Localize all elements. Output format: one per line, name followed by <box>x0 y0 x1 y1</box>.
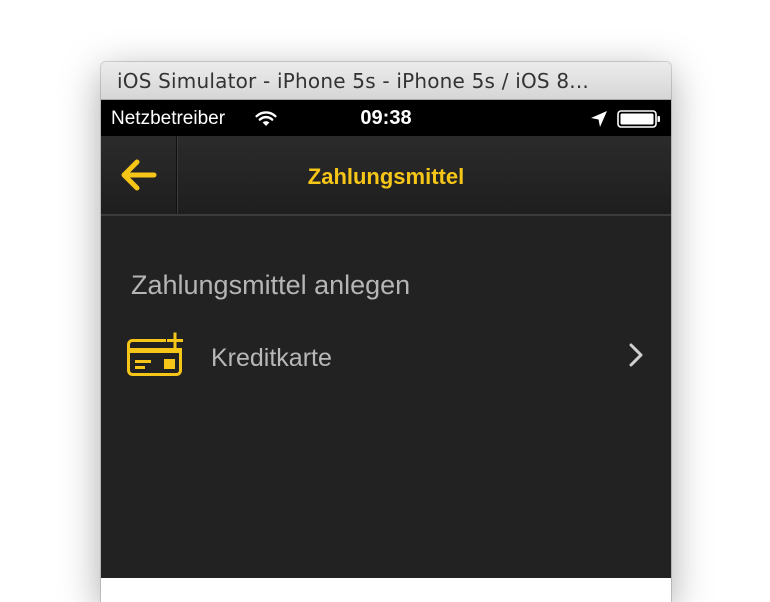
content-area: Zahlungsmittel anlegen Kreditkarte <box>101 216 671 578</box>
location-arrow-icon <box>591 111 607 127</box>
section-header: Zahlungsmittel anlegen <box>131 270 411 300</box>
credit-card-add-icon <box>127 332 184 376</box>
list-item-label: Kreditkarte <box>211 344 332 372</box>
device-screen: Netzbetreiber 09:38 Zahlungsmittel Zahlu… <box>101 100 671 578</box>
status-time: 09:38 <box>360 107 412 129</box>
navigation-bar: Zahlungsmittel <box>101 136 671 216</box>
window-titlebar[interactable]: iOS Simulator - iPhone 5s - iPhone 5s / … <box>101 62 671 100</box>
simulator-window: iOS Simulator - iPhone 5s - iPhone 5s / … <box>101 62 671 578</box>
list-item-kreditkarte[interactable]: Kreditkarte <box>101 320 671 390</box>
window-title: iOS Simulator - iPhone 5s - iPhone 5s / … <box>117 68 589 93</box>
chevron-right-icon <box>629 343 643 367</box>
status-bar: Netzbetreiber 09:38 <box>101 100 671 136</box>
battery-icon <box>617 110 660 128</box>
page-title: Zahlungsmittel <box>307 164 465 189</box>
